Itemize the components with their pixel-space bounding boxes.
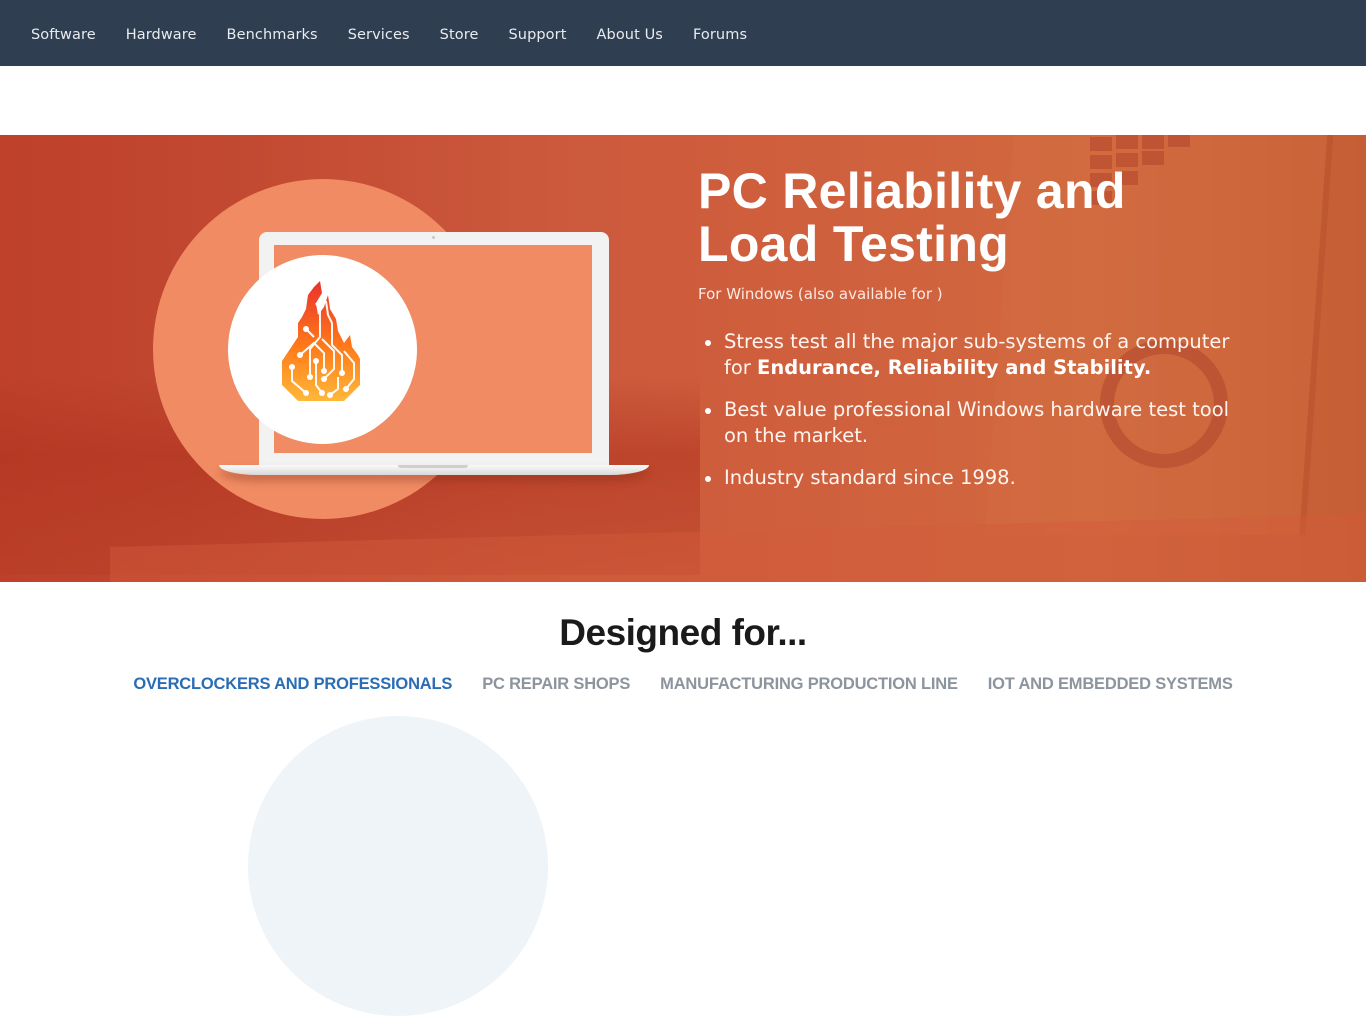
designed-for-section: Designed for... OVERCLOCKERS AND PROFESS… <box>0 582 1366 1016</box>
nav-item-support: Support <box>493 24 581 43</box>
audience-tabs: OVERCLOCKERS AND PROFESSIONALS PC REPAIR… <box>0 675 1366 694</box>
tab-overclockers-and-professionals[interactable]: OVERCLOCKERS AND PROFESSIONALS <box>133 675 452 694</box>
nav-item-hardware: Hardware <box>111 24 212 43</box>
nav-link-forums[interactable]: Forums <box>693 27 747 43</box>
nav-item-benchmarks: Benchmarks <box>212 24 333 43</box>
hero-title-line-2: Load Testing <box>698 216 1009 272</box>
hero-content: PC Reliability and Load Testing For Wind… <box>698 165 1258 507</box>
nav-item-about-us: About Us <box>582 24 678 43</box>
feature-item: Best value professional Windows hardware… <box>705 397 1258 449</box>
nav-link-services[interactable]: Services <box>348 27 410 43</box>
tab-manufacturing-production-line[interactable]: MANUFACTURING PRODUCTION LINE <box>660 675 958 694</box>
laptop-notch <box>398 465 468 468</box>
tab-pc-repair-shops[interactable]: PC REPAIR SHOPS <box>482 675 630 694</box>
designed-for-heading: Designed for... <box>559 612 807 653</box>
hero-banner: PC Reliability and Load Testing For Wind… <box>0 135 1366 582</box>
tab-illustration-circle <box>248 716 548 1016</box>
nav-menu: Software Hardware Benchmarks Services St… <box>0 0 1366 66</box>
circuit-flame-icon <box>282 281 360 401</box>
nav-link-hardware[interactable]: Hardware <box>126 27 197 43</box>
feature-text: Best value professional Windows hardware… <box>724 398 1230 447</box>
feature-item: Industry standard since 1998. <box>705 465 1258 491</box>
hero-subtitle: For Windows (also available for ) <box>698 285 943 303</box>
feature-emphasis: Endurance, Reliability and Stability. <box>757 356 1152 379</box>
hero-title-line-1: PC Reliability and <box>698 163 1126 219</box>
nav-item-store: Store <box>425 24 494 43</box>
nav-link-support[interactable]: Support <box>508 27 566 43</box>
nav-link-software[interactable]: Software <box>31 27 96 43</box>
header-spacer <box>0 66 1366 135</box>
laptop-camera <box>432 236 435 239</box>
nav-item-forums: Forums <box>678 24 762 43</box>
nav-item-services: Services <box>333 24 425 43</box>
top-navigation: Software Hardware Benchmarks Services St… <box>0 0 1366 66</box>
nav-link-benchmarks[interactable]: Benchmarks <box>227 27 318 43</box>
nav-link-store[interactable]: Store <box>440 27 479 43</box>
hero-title: PC Reliability and Load Testing <box>698 165 1258 271</box>
feature-list: Stress test all the major sub-systems of… <box>698 329 1258 491</box>
tab-iot-and-embedded-systems[interactable]: IOT AND EMBEDDED SYSTEMS <box>988 675 1233 694</box>
feature-item: Stress test all the major sub-systems of… <box>705 329 1258 381</box>
nav-item-software: Software <box>16 24 111 43</box>
nav-link-about-us[interactable]: About Us <box>597 27 663 43</box>
feature-text: Industry standard since 1998. <box>724 466 1016 489</box>
